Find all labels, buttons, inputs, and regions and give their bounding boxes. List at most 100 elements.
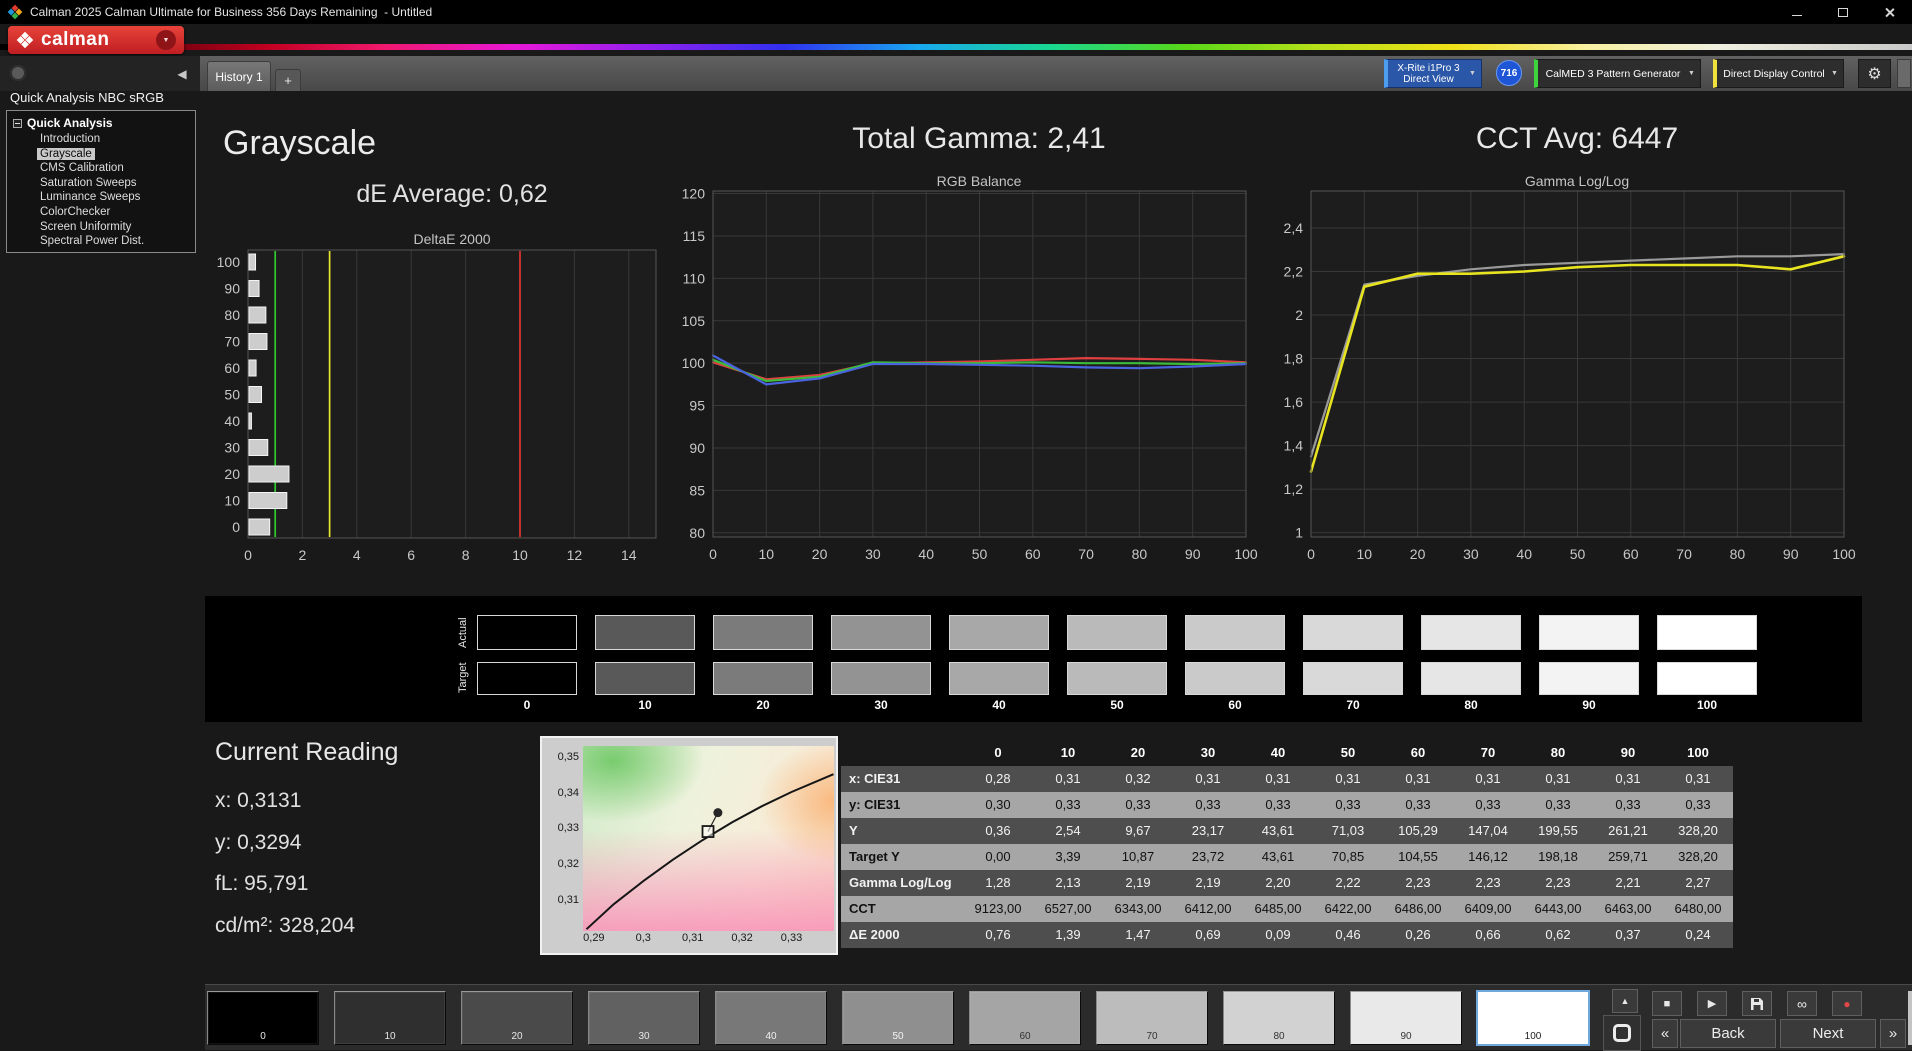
svg-text:100: 100 [1234,546,1258,562]
pattern-button-0[interactable]: 0 [207,991,319,1045]
pattern-button-20[interactable]: 20 [461,991,573,1045]
calman-diamond-icon [16,31,34,49]
actual-swatch-70 [1303,615,1403,650]
close-button[interactable] [1866,0,1912,24]
window-controls [1774,0,1912,24]
svg-text:0: 0 [232,519,240,535]
svg-text:30: 30 [224,440,240,456]
gear-icon: ⚙ [1867,64,1881,84]
svg-text:1,8: 1,8 [1284,351,1304,367]
cct-average-value: CCT Avg: 6447 [1476,122,1678,156]
meter-count-badge[interactable]: 716 [1496,60,1522,86]
pattern-button-50[interactable]: 50 [842,991,954,1045]
sidebar-item-colorchecker[interactable]: ColorChecker [13,205,195,220]
svg-text:80: 80 [1132,546,1148,562]
sidebar-item-screen-uniformity[interactable]: Screen Uniformity [13,220,195,235]
chevrons-left-icon: « [1661,1025,1669,1042]
sidebar-item-spectral-power-dist[interactable]: Spectral Power Dist. [13,234,195,249]
minimize-button[interactable] [1774,0,1820,24]
current-reading-x: x: 0,3131 [215,789,301,813]
svg-text:20: 20 [1410,546,1426,562]
chevron-down-icon: ▼ [1831,70,1843,77]
collapse-toolbar-button[interactable]: ▲ [1612,989,1638,1013]
actual-swatch-60 [1185,615,1285,650]
table-row-target-y: Target Y0,003,3910,8723,7243,6170,85104,… [841,844,1733,870]
target-swatch-10 [595,662,695,695]
continuous-measure-button[interactable]: ● [1832,991,1862,1016]
next-chevrons-button[interactable]: » [1880,1019,1906,1048]
logo-menu-button[interactable]: ▼ [156,30,176,50]
meter-dropdown[interactable]: X-Rite i1Pro 3 Direct View ▼ [1384,59,1482,88]
sidebar-item-grayscale[interactable]: Grayscale [13,147,195,162]
pattern-button-80[interactable]: 80 [1223,991,1335,1045]
pattern-button-label: 40 [716,1031,826,1042]
actual-row-label: Actual [457,612,471,654]
back-chevrons-button[interactable]: « [1652,1019,1678,1048]
display-control-dropdown[interactable]: Direct Display Control ▼ [1713,59,1844,88]
sidebar-item-introduction[interactable]: Introduction [13,132,195,147]
tab-history-1[interactable]: History 1 [207,61,271,91]
swatch-label-10: 10 [595,698,695,712]
tree-root-quick-analysis[interactable]: Quick Analysis [13,114,195,132]
pattern-button-10[interactable]: 10 [334,991,446,1045]
add-tab-button[interactable]: + [275,69,301,91]
cie-x-tick: 0,31 [677,932,709,944]
svg-text:85: 85 [689,482,705,498]
meter-line2: Direct View [1388,74,1469,85]
save-button[interactable] [1742,991,1772,1016]
pattern-button-60[interactable]: 60 [969,991,1081,1045]
tree-items: IntroductionGrayscaleCMS CalibrationSatu… [13,132,195,249]
pattern-button-40[interactable]: 40 [715,991,827,1045]
toolbar-gripper[interactable] [1908,991,1912,1045]
chevron-down-icon: ▼ [1469,70,1481,77]
calman-logo-button[interactable]: calman ▼ [8,26,184,54]
pattern-button-100[interactable]: 100 [1477,991,1589,1045]
pattern-buttons: 0 10 20 30 40 50 60 70 80 90 100 [207,991,1589,1045]
sidebar-item-cms-calibration[interactable]: CMS Calibration [13,161,195,176]
svg-text:2: 2 [1295,307,1303,323]
svg-text:10: 10 [1357,546,1373,562]
maximize-button[interactable] [1820,0,1866,24]
next-button[interactable]: Next [1780,1019,1876,1048]
cie-x-tick: 0,33 [776,932,808,944]
svg-text:10: 10 [759,546,775,562]
minimize-icon [1792,15,1802,16]
actual-swatch-80 [1421,615,1521,650]
swatch-label-90: 90 [1539,698,1639,712]
pattern-button-90[interactable]: 90 [1350,991,1462,1045]
record-icon: ● [1843,997,1850,1011]
settings-gear-button[interactable]: ⚙ [1858,59,1891,88]
back-button[interactable]: Back [1680,1019,1776,1048]
rgb-balance-chart: 1201151101051009590858001020304050607080… [665,184,1260,569]
grayscale-swatch-strip: Actual Target 0102030405060708090100 [205,596,1862,722]
sidebar-item-saturation-sweeps[interactable]: Saturation Sweeps [13,176,195,191]
target-swatch-80 [1421,662,1521,695]
tabstrip: History 1 + X-Rite i1Pro 3 Direct View ▼… [200,56,1912,91]
sidebar-item-luminance-sweeps[interactable]: Luminance Sweeps [13,190,195,205]
target-swatch-70 [1303,662,1403,695]
swatch-label-50: 50 [1067,698,1167,712]
cie-y-tick: 0,35 [545,751,579,763]
current-reading-y: y: 0,3294 [215,831,301,855]
workflow-menu-button[interactable] [10,65,26,81]
svg-text:1: 1 [1295,525,1303,541]
pattern-button-label: 80 [1224,1031,1334,1042]
stop-button[interactable]: ■ [1652,991,1682,1016]
swatch-label-0: 0 [477,698,577,712]
svg-text:100: 100 [682,355,706,371]
target-swatch-30 [831,662,931,695]
actual-swatch-0 [477,615,577,650]
tree-expander-icon[interactable] [13,119,22,128]
workflow-title: Quick Analysis NBC sRGB [10,90,164,105]
pattern-button-70[interactable]: 70 [1096,991,1208,1045]
svg-text:80: 80 [689,525,705,541]
actual-swatch-30 [831,615,931,650]
link-meters-button[interactable]: ∞ [1787,991,1817,1016]
swatch-label-80: 80 [1421,698,1521,712]
collapse-sidebar-button[interactable]: ◀ [172,65,192,82]
pattern-window-toggle-button[interactable] [1603,1015,1641,1051]
play-button[interactable]: ▶ [1697,991,1727,1016]
pattern-generator-dropdown[interactable]: CalMED 3 Pattern Generator ▼ [1534,59,1701,88]
overflow-button[interactable] [1897,59,1911,88]
pattern-button-30[interactable]: 30 [588,991,700,1045]
